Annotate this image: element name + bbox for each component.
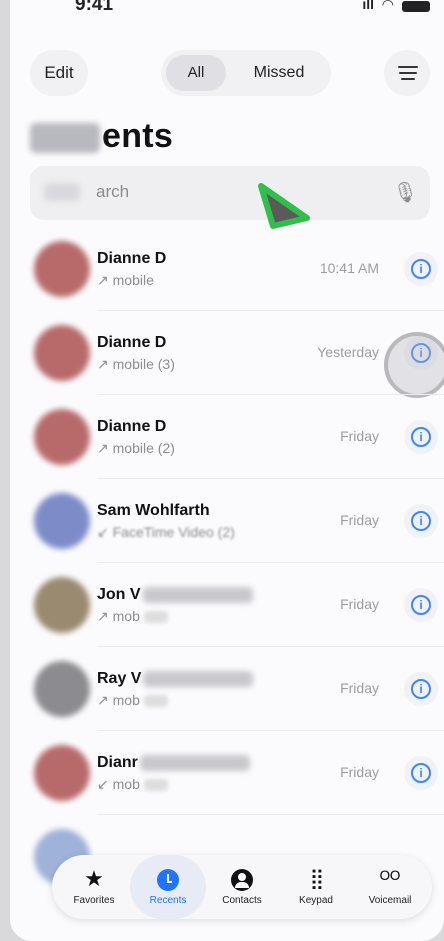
info-button[interactable]: i [404, 420, 438, 454]
detail-blur [143, 611, 168, 624]
battery-icon [402, 1, 430, 12]
call-time: 10:41 AM [319, 260, 379, 276]
keypad-icon: ⣿ [309, 868, 325, 890]
list-item[interactable]: Jon V ↗ mob Friday i [10, 563, 444, 647]
filter-segmented-control: All Missed [161, 50, 331, 96]
voicemail-icon: ᴼᴼ [379, 868, 401, 890]
avatar [34, 577, 90, 633]
tab-contacts[interactable]: Contacts [204, 855, 280, 919]
call-detail-text: ↙ mob [97, 776, 140, 792]
info-icon: i [411, 763, 431, 783]
search-icon [44, 183, 80, 201]
call-time: Friday [340, 596, 379, 612]
tab-label: Voicemail [368, 895, 412, 906]
info-button[interactable]: i [404, 672, 438, 706]
tab-label: Keypad [299, 895, 333, 906]
call-time: Friday [340, 428, 379, 444]
detail-blur [143, 695, 168, 708]
info-button[interactable]: i [404, 756, 438, 790]
avatar [34, 493, 90, 549]
caller-name-text: Ray V [97, 670, 142, 687]
info-button[interactable]: i [384, 332, 444, 398]
call-time: Yesterday [317, 344, 379, 360]
info-icon: i [411, 259, 431, 279]
caller-name: Sam Wohlfarth [97, 502, 210, 519]
list-item[interactable]: Sam Wohlfarth ↙ FaceTime Video (2) Frida… [10, 479, 444, 563]
list-item[interactable]: Dianne D ↗ mobile (2) Friday i [10, 395, 444, 479]
avatar [34, 661, 90, 717]
caller-name: Dianne D [97, 334, 167, 351]
tab-label: Recents [149, 895, 187, 906]
name-blur [143, 670, 254, 687]
microphone-icon[interactable]: 🎙 [393, 180, 418, 205]
tab-voicemail[interactable]: ᴼᴼ Voicemail [352, 855, 428, 919]
call-detail-text: ↗ mob [97, 692, 140, 708]
caller-name-text: Jon V [97, 586, 141, 603]
info-icon: i [411, 595, 431, 615]
touch-indicator [384, 332, 444, 398]
clock-icon [130, 863, 206, 895]
list-item[interactable]: Dianne D ↗ mobile (3) Yesterday i [10, 311, 444, 398]
tab-recents[interactable]: Recents [130, 855, 206, 919]
caller-name: Dianr [97, 754, 250, 772]
call-detail: ↙ mob [97, 776, 168, 793]
detail-blur [143, 779, 168, 792]
name-blur [139, 754, 250, 771]
info-icon: i [411, 511, 431, 531]
call-time: Friday [340, 680, 379, 696]
avatar [34, 241, 90, 297]
call-time: Friday [340, 512, 379, 528]
tab-keypad[interactable]: ⣿ Keypad [278, 855, 354, 919]
star-icon: ★ [84, 866, 104, 891]
call-detail: ↗ mobile [97, 272, 154, 288]
wifi-icon: ◠ [381, 0, 394, 12]
info-button[interactable]: i [404, 252, 438, 286]
filter-menu-button[interactable] [384, 50, 430, 96]
title-blurred-part [30, 123, 100, 154]
search-placeholder: arch [96, 182, 130, 201]
edit-button[interactable]: Edit [30, 50, 88, 96]
status-bar: 9:41 ıll ◠ [10, 0, 444, 24]
info-button[interactable]: i [404, 588, 438, 622]
segment-missed[interactable]: Missed [237, 50, 321, 96]
search-field[interactable]: arch 🎙 [30, 166, 430, 220]
list-item[interactable]: Dianr ↙ mob Friday i [10, 731, 444, 815]
status-time: 9:41 [75, 0, 114, 15]
page-title-text: ents [102, 117, 174, 155]
info-icon: i [411, 427, 431, 447]
avatar [34, 745, 90, 801]
caller-name-text: Dianr [97, 754, 138, 771]
caller-name: Ray V [97, 670, 254, 688]
phone-screen: 9:41 ıll ◠ Edit All Missed ents arch 🎙 D… [10, 0, 444, 941]
tab-label: Contacts [222, 895, 262, 906]
call-detail: ↗ mob [97, 692, 168, 709]
call-detail: ↗ mobile (2) [97, 440, 175, 456]
info-icon: i [411, 679, 431, 699]
top-bar: Edit All Missed [10, 50, 444, 96]
call-detail-text: ↗ mob [97, 608, 140, 624]
info-button[interactable]: i [404, 504, 438, 538]
segment-all[interactable]: All [166, 55, 226, 91]
person-icon [204, 863, 280, 895]
call-detail: ↙ FaceTime Video (2) [97, 524, 235, 540]
list-item[interactable]: Ray V ↗ mob Friday i [10, 647, 444, 731]
caller-name: Dianne D [97, 250, 167, 267]
signal-icon: ıll [362, 0, 374, 12]
call-detail: ↗ mobile (3) [97, 356, 175, 372]
avatar [34, 409, 90, 465]
call-detail: ↗ mob [97, 608, 168, 625]
tab-favorites[interactable]: ★ Favorites [56, 855, 132, 919]
tab-bar: ★ Favorites Recents Contacts ⣿ Keypad ᴼᴼ… [52, 855, 432, 919]
list-item[interactable]: Dianne D ↗ mobile 10:41 AM i [10, 227, 444, 311]
caller-name: Jon V [97, 586, 253, 604]
avatar [34, 325, 90, 381]
tab-label: Favorites [73, 895, 115, 906]
page-title: ents [30, 117, 173, 156]
caller-name: Dianne D [97, 418, 167, 435]
name-blur [142, 586, 253, 603]
call-time: Friday [340, 764, 379, 780]
